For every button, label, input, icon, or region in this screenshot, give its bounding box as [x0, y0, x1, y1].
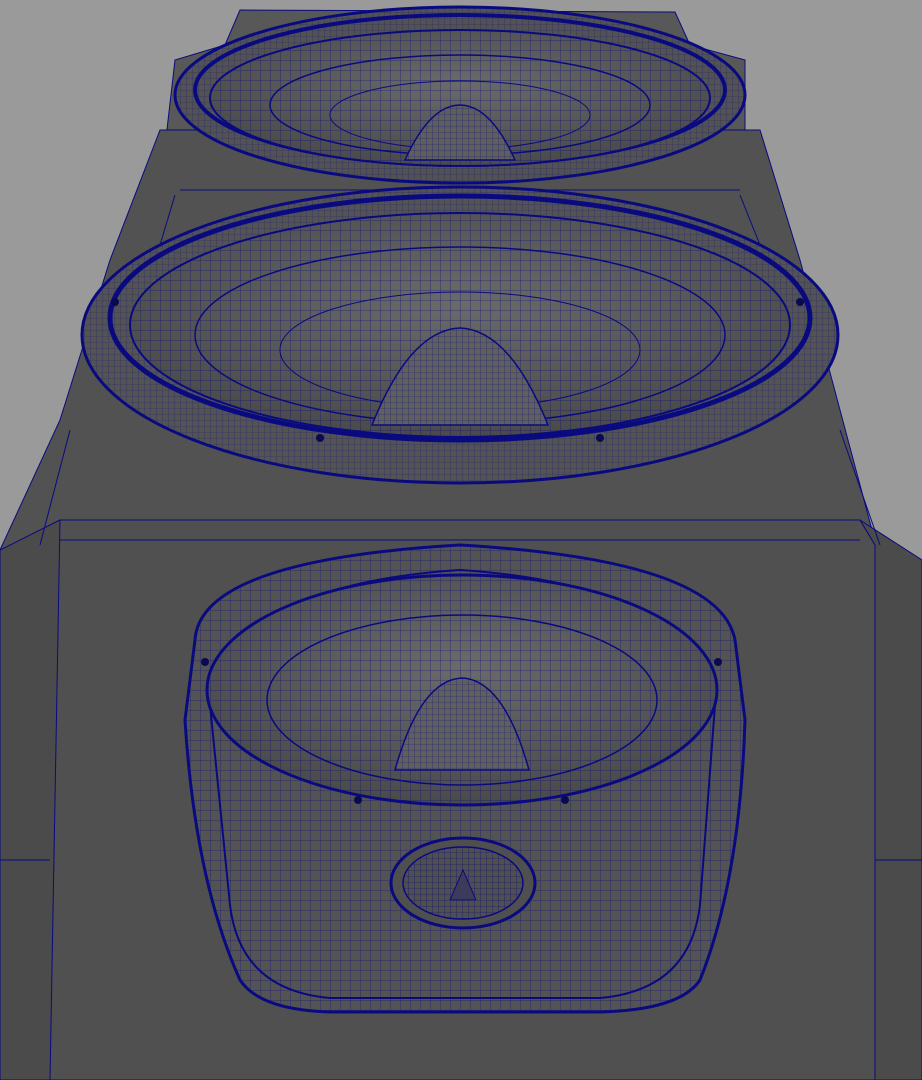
middle-driver[interactable]: [80, 185, 840, 485]
lower-driver[interactable]: [183, 543, 747, 1014]
3d-viewport[interactable]: [0, 0, 922, 1080]
upper-driver[interactable]: [173, 5, 747, 185]
driver-badge: [389, 836, 537, 930]
wireframe-scene[interactable]: [0, 0, 922, 1080]
